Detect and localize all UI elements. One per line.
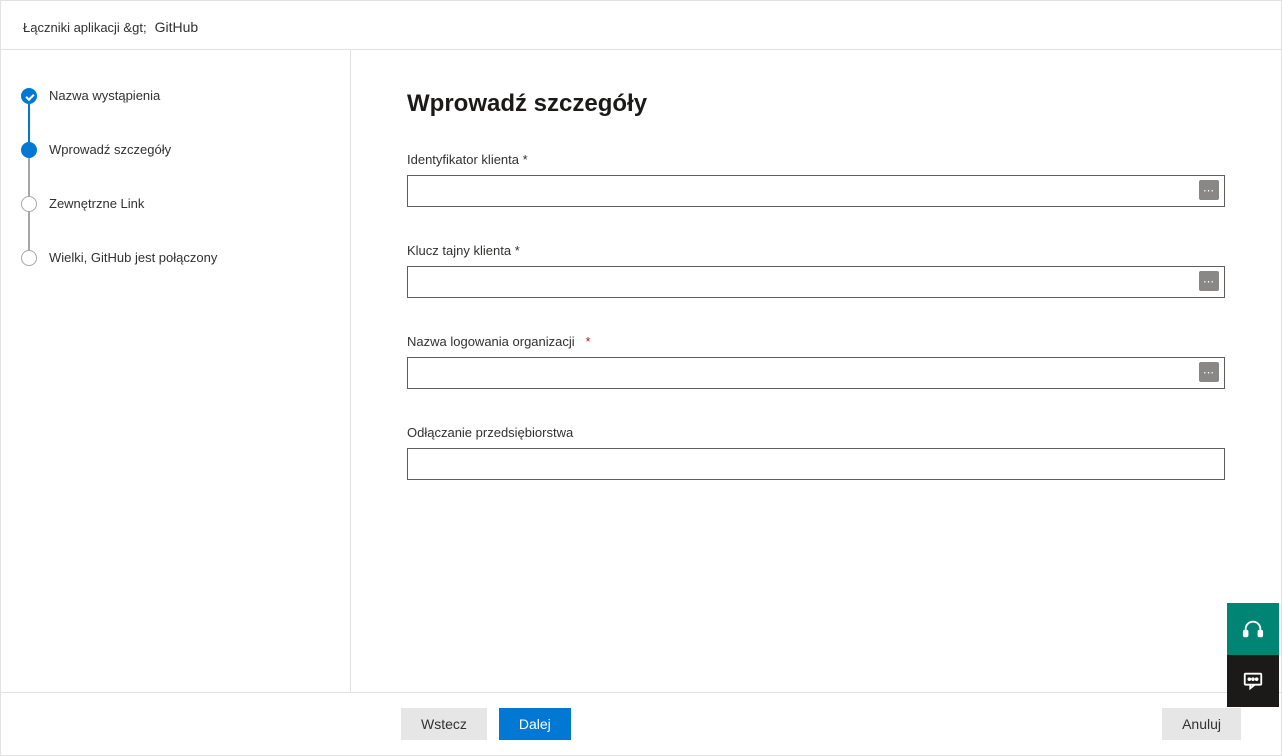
support-widget-button[interactable] [1227, 603, 1279, 655]
form-group-org-login: Nazwa logowania organizacji * ⋯ [407, 334, 1225, 389]
more-options-icon[interactable]: ⋯ [1199, 180, 1219, 200]
footer-right-group: Anuluj [1162, 708, 1241, 740]
input-wrapper: ⋯ [407, 266, 1225, 298]
feedback-widget-button[interactable] [1227, 655, 1279, 707]
more-options-icon[interactable]: ⋯ [1199, 362, 1219, 382]
client-secret-input[interactable] [407, 266, 1225, 298]
step-item-instance-name[interactable]: Nazwa wystąpienia [21, 88, 330, 104]
next-button[interactable]: Dalej [499, 708, 571, 740]
cancel-button[interactable]: Anuluj [1162, 708, 1241, 740]
form-group-client-id: Identyfikator klienta * ⋯ [407, 152, 1225, 207]
form-group-enterprise-disconnect: Odłączanie przedsiębiorstwa [407, 425, 1225, 480]
input-wrapper: ⋯ [407, 357, 1225, 389]
input-wrapper [407, 448, 1225, 480]
step-completed-icon [21, 88, 37, 104]
wizard-footer: Wstecz Dalej Anuluj [1, 692, 1281, 755]
client-id-label: Identyfikator klienta * [407, 152, 1225, 167]
step-connector [28, 104, 30, 142]
enterprise-disconnect-input[interactable] [407, 448, 1225, 480]
input-wrapper: ⋯ [407, 175, 1225, 207]
more-options-icon[interactable]: ⋯ [1199, 271, 1219, 291]
org-login-label: Nazwa logowania organizacji * [407, 334, 1225, 349]
client-secret-label: Klucz tajny klienta * [407, 243, 1225, 258]
step-label: Wielki, GitHub jest połączony [49, 250, 217, 266]
form-group-client-secret: Klucz tajny klienta * ⋯ [407, 243, 1225, 298]
chat-icon [1242, 670, 1264, 692]
step-label: Wprowadź szczegóły [49, 142, 171, 158]
step-label: Zewnętrzne Link [49, 196, 144, 212]
main-form-panel: Wprowadź szczegóły Identyfikator klienta… [351, 50, 1281, 692]
headset-icon [1242, 618, 1264, 640]
header-breadcrumb-bar: Łączniki aplikacji &gt; GitHub [1, 1, 1281, 50]
breadcrumb-app-name: GitHub [155, 19, 199, 35]
wizard-steps-sidebar: Nazwa wystąpienia Wprowadź szczegóły Zew… [1, 50, 351, 692]
client-id-input[interactable] [407, 175, 1225, 207]
step-connector [28, 212, 30, 250]
step-current-icon [21, 142, 37, 158]
org-login-input[interactable] [407, 357, 1225, 389]
step-connector [28, 158, 30, 196]
step-label: Nazwa wystąpienia [49, 88, 160, 104]
content-area: Nazwa wystąpienia Wprowadź szczegóły Zew… [1, 50, 1281, 692]
floating-widgets [1227, 603, 1279, 707]
back-button[interactable]: Wstecz [401, 708, 487, 740]
breadcrumb-prefix: Łączniki aplikacji &gt; [23, 20, 147, 35]
enterprise-disconnect-label: Odłączanie przedsiębiorstwa [407, 425, 1225, 440]
step-item-connected[interactable]: Wielki, GitHub jest połączony [21, 250, 330, 266]
step-pending-icon [21, 196, 37, 212]
page-title: Wprowadź szczegóły [407, 90, 1225, 118]
step-item-enter-details[interactable]: Wprowadź szczegóły [21, 142, 330, 158]
step-item-external-link[interactable]: Zewnętrzne Link [21, 196, 330, 212]
step-pending-icon [21, 250, 37, 266]
